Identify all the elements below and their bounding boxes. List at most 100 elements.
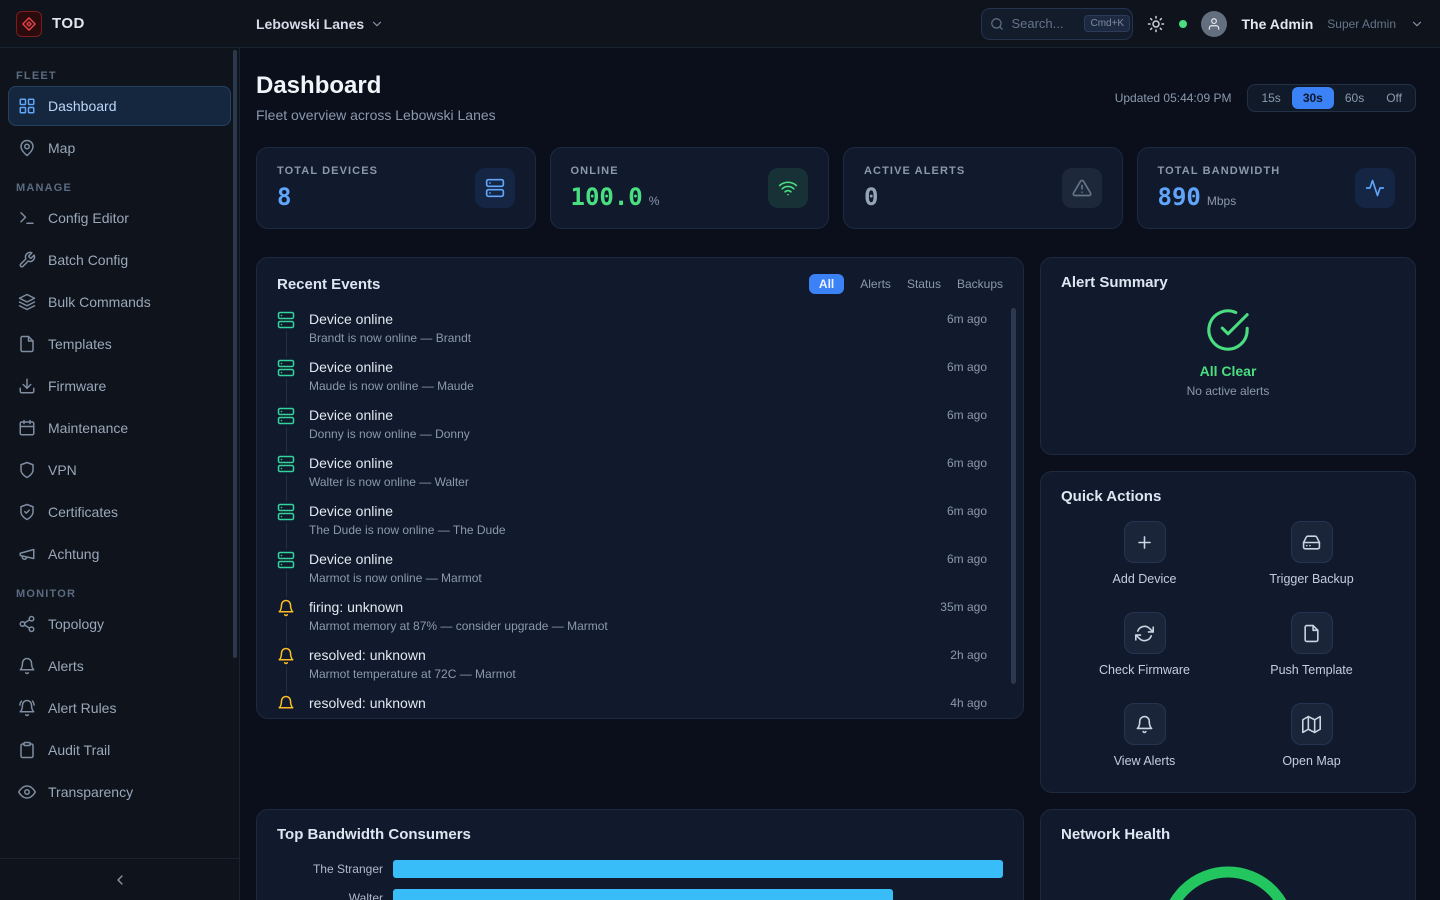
quick-action-label: Add Device <box>1113 572 1177 586</box>
quick-action-check-firmware[interactable]: Check Firmware <box>1061 612 1228 677</box>
sidebar-item-maintenance[interactable]: Maintenance <box>8 408 231 448</box>
event-row[interactable]: resolved: unknown 4h ago <box>257 688 1023 710</box>
sidebar-scrollbar[interactable] <box>233 50 237 658</box>
quick-action-label: Trigger Backup <box>1269 572 1353 586</box>
event-row[interactable]: resolved: unknown Marmot temperature at … <box>257 640 1023 688</box>
event-row[interactable]: Device online Brandt is now online — Bra… <box>257 304 1023 352</box>
sidebar: FLEET Dashboard Map MANAGE Config Editor… <box>0 48 240 900</box>
event-row[interactable]: Device online The Dude is now online — T… <box>257 496 1023 544</box>
avatar[interactable] <box>1201 11 1227 37</box>
topbar-right: Cmd+K The Admin Super Admin <box>981 8 1440 40</box>
sidebar-item-label: Maintenance <box>48 420 128 436</box>
sidebar-collapse-button[interactable] <box>0 858 239 900</box>
sidebar-item-firmware[interactable]: Firmware <box>8 366 231 406</box>
stat-label: TOTAL DEVICES <box>277 165 378 177</box>
event-time: 4h ago <box>950 693 987 710</box>
event-detail: Walter is now online — Walter <box>309 473 933 491</box>
sidebar-item-bulk-commands[interactable]: Bulk Commands <box>8 282 231 322</box>
network-icon <box>18 615 36 633</box>
events-tab-backups[interactable]: Backups <box>957 277 1003 291</box>
refresh-interval-segmented-control: 15s 30s 60s Off <box>1247 84 1416 112</box>
refresh-icon <box>1135 624 1154 643</box>
sidebar-item-alerts[interactable]: Alerts <box>8 646 231 686</box>
map-icon <box>1302 715 1321 734</box>
file-icon <box>18 335 36 353</box>
stat-value: 8 <box>277 183 291 211</box>
search-input[interactable] <box>1011 16 1077 31</box>
event-detail: Marmot temperature at 72C — Marmot <box>309 665 936 683</box>
stat-card-active-alerts: ACTIVE ALERTS 0 <box>843 147 1123 229</box>
event-detail: Brandt is now online — Brandt <box>309 329 933 347</box>
events-scrollbar[interactable] <box>1011 308 1016 684</box>
bandwidth-device-label: The Stranger <box>277 862 393 876</box>
event-row[interactable]: Device online Walter is now online — Wal… <box>257 448 1023 496</box>
wifi-icon <box>778 178 798 198</box>
user-menu-chevron-down-icon[interactable] <box>1410 17 1424 31</box>
stat-label: TOTAL BANDWIDTH <box>1158 165 1281 177</box>
stat-card-total-devices: TOTAL DEVICES 8 <box>256 147 536 229</box>
event-detail: The Dude is now online — The Dude <box>309 521 933 539</box>
event-row[interactable]: Device online Marmot is now online — Mar… <box>257 544 1023 592</box>
event-time: 6m ago <box>947 501 987 539</box>
sidebar-item-config-editor[interactable]: Config Editor <box>8 198 231 238</box>
sidebar-item-map[interactable]: Map <box>8 128 231 168</box>
download-icon <box>18 377 36 395</box>
sidebar-item-label: VPN <box>48 462 77 478</box>
event-row[interactable]: Device online Donny is now online — Donn… <box>257 400 1023 448</box>
org-selector[interactable]: Lebowski Lanes <box>240 16 384 32</box>
app-title: TOD <box>52 15 85 32</box>
sidebar-item-label: Map <box>48 140 75 156</box>
sidebar-item-batch-config[interactable]: Batch Config <box>8 240 231 280</box>
sidebar-item-topology[interactable]: Topology <box>8 604 231 644</box>
refresh-option-15s[interactable]: 15s <box>1250 87 1291 109</box>
sidebar-item-templates[interactable]: Templates <box>8 324 231 364</box>
stat-cards-row: TOTAL DEVICES 8 ONLINE 100.0 % ACTIVE AL… <box>256 147 1416 229</box>
sidebar-item-alert-rules[interactable]: Alert Rules <box>8 688 231 728</box>
quick-action-view-alerts[interactable]: View Alerts <box>1061 703 1228 768</box>
quick-action-push-template[interactable]: Push Template <box>1228 612 1395 677</box>
refresh-option-60s[interactable]: 60s <box>1334 87 1375 109</box>
event-detail: Donny is now online — Donny <box>309 425 933 443</box>
sidebar-item-label: Batch Config <box>48 252 128 268</box>
sidebar-item-certificates[interactable]: Certificates <box>8 492 231 532</box>
theme-toggle-sun-icon[interactable] <box>1147 15 1165 33</box>
sidebar-item-achtung[interactable]: Achtung <box>8 534 231 574</box>
event-title: Device online <box>309 453 933 473</box>
org-selector-label: Lebowski Lanes <box>256 16 364 32</box>
alert-summary-title: Alert Summary <box>1061 274 1168 291</box>
event-title: resolved: unknown <box>309 645 936 665</box>
event-title: Device online <box>309 309 933 329</box>
bell-icon <box>277 599 295 617</box>
quick-actions-card: Quick Actions Add Device Trigger Backup … <box>1040 471 1416 793</box>
events-tab-alerts[interactable]: Alerts <box>860 277 891 291</box>
quick-action-trigger-backup[interactable]: Trigger Backup <box>1228 521 1395 586</box>
megaphone-icon <box>18 545 36 563</box>
quick-action-add-device[interactable]: Add Device <box>1061 521 1228 586</box>
last-updated-text: Updated 05:44:09 PM <box>1115 91 1232 105</box>
bell-icon <box>277 647 295 665</box>
sidebar-item-audit-trail[interactable]: Audit Trail <box>8 730 231 770</box>
terminal-icon <box>18 209 36 227</box>
sidebar-item-label: Achtung <box>48 546 99 562</box>
search-box[interactable]: Cmd+K <box>981 8 1133 40</box>
sidebar-nav: FLEET Dashboard Map MANAGE Config Editor… <box>0 48 239 858</box>
sidebar-item-vpn[interactable]: VPN <box>8 450 231 490</box>
section-label-manage: MANAGE <box>16 182 223 194</box>
event-time: 6m ago <box>947 309 987 347</box>
sidebar-item-transparency[interactable]: Transparency <box>8 772 231 812</box>
refresh-option-30s[interactable]: 30s <box>1292 87 1334 109</box>
bandwidth-device-label: Walter <box>277 891 393 900</box>
event-row[interactable]: firing: unknown Marmot memory at 87% — c… <box>257 592 1023 640</box>
server-icon <box>277 503 295 521</box>
bandwidth-row: Walter <box>277 889 1003 900</box>
recent-events-title: Recent Events <box>277 276 380 293</box>
events-tab-status[interactable]: Status <box>907 277 941 291</box>
event-title: resolved: unknown <box>309 693 936 710</box>
events-tab-all[interactable]: All <box>809 274 844 294</box>
tod-logo-icon <box>16 11 42 37</box>
refresh-option-off[interactable]: Off <box>1375 87 1413 109</box>
sidebar-item-dashboard[interactable]: Dashboard <box>8 86 231 126</box>
event-row[interactable]: Device online Maude is now online — Maud… <box>257 352 1023 400</box>
quick-action-open-map[interactable]: Open Map <box>1228 703 1395 768</box>
sidebar-item-label: Audit Trail <box>48 742 110 758</box>
